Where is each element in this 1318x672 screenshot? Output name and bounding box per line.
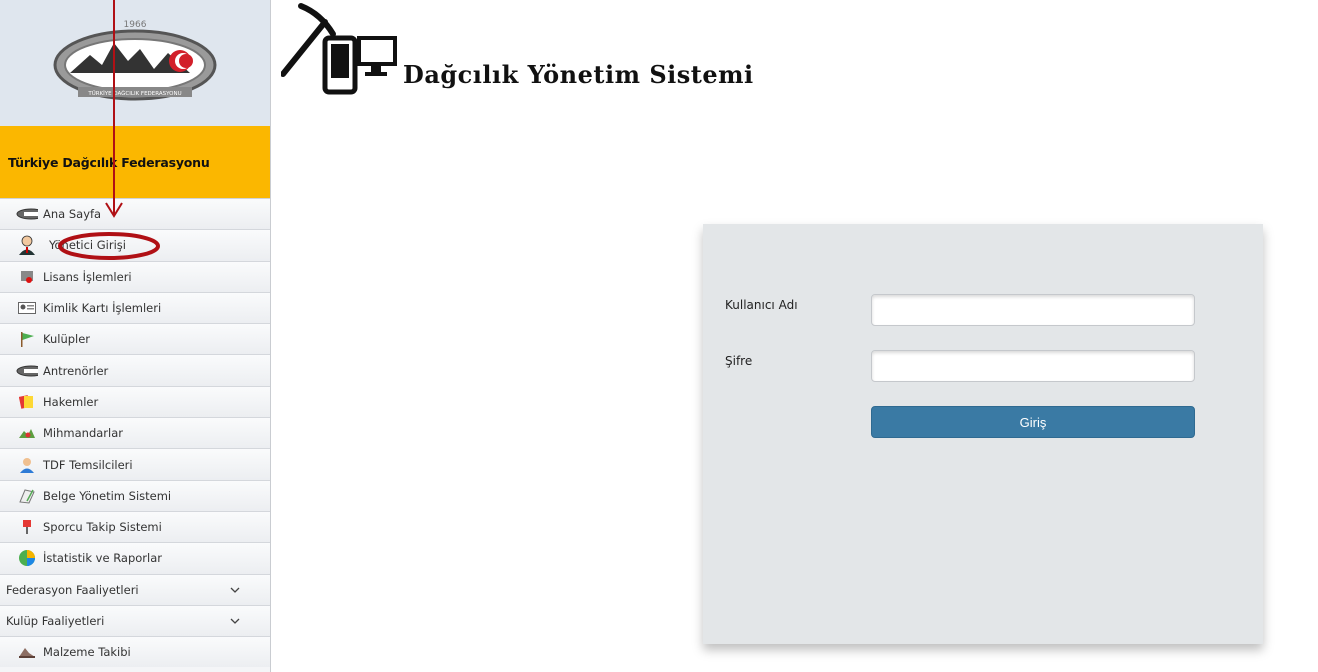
sidebar-item-label: Belge Yönetim Sistemi — [43, 488, 172, 503]
sidebar-item-istatistik[interactable]: İstatistik ve Raporlar — [0, 542, 270, 574]
sidebar-item-label: Malzeme Takibi — [43, 645, 131, 660]
federation-logo[interactable]: 1966 TÜRKİYE DAĞCILIK FEDERASYONU — [50, 13, 220, 113]
username-input[interactable] — [871, 294, 1195, 326]
sidebar-item-label: Ana Sayfa — [43, 207, 102, 222]
sidebar-item-yonetici-girisi[interactable]: Yönetici Girişi — [0, 229, 270, 261]
sidebar-item-label: Mihmandarlar — [43, 426, 123, 441]
sidebar-item-label: Yönetici Girişi — [49, 238, 126, 253]
sidebar-item-label: Hakemler — [43, 394, 99, 409]
app-title: Dağcılık Yönetim Sistemi — [403, 60, 754, 89]
svg-text:1966: 1966 — [124, 20, 147, 30]
representative-icon — [16, 456, 38, 474]
equipment-icon — [16, 643, 38, 661]
referee-card-icon — [16, 393, 38, 411]
sidebar-item-label: Kulüpler — [43, 332, 91, 347]
password-input[interactable] — [871, 350, 1195, 382]
athlete-icon — [16, 518, 38, 536]
sidebar-item-label: TDF Temsilcileri — [43, 457, 133, 472]
username-label: Kullanıcı Adı — [725, 298, 798, 312]
badge-logo-icon — [16, 205, 38, 223]
license-icon — [16, 268, 38, 286]
sidebar-item-label: Lisans İşlemleri — [43, 269, 132, 284]
app-logo-icon — [280, 0, 401, 100]
sidebar-item-tdf-temsilcileri[interactable]: TDF Temsilcileri — [0, 448, 270, 480]
chevron-down-icon — [230, 614, 240, 628]
sidebar-item-label: Antrenörler — [43, 363, 109, 378]
sidebar-item-lisans-islemleri[interactable]: Lisans İşlemleri — [0, 260, 270, 292]
sidebar-item-kulupler[interactable]: Kulüpler — [0, 323, 270, 355]
organization-name: Türkiye Dağcılık Federasyonu — [8, 154, 210, 170]
id-card-icon — [16, 299, 38, 317]
document-icon — [16, 487, 38, 505]
sidebar-item-label: Kimlik Kartı İşlemleri — [43, 301, 162, 316]
sidebar-item-sporcu-takip[interactable]: Sporcu Takip Sistemi — [0, 510, 270, 543]
admin-user-icon — [16, 236, 38, 256]
sidebar-item-hakemler[interactable]: Hakemler — [0, 385, 270, 418]
flag-icon — [16, 330, 38, 348]
pie-chart-icon — [16, 549, 38, 567]
organization-banner: Türkiye Dağcılık Federasyonu — [0, 126, 270, 198]
sidebar-item-federasyon-faaliyetleri[interactable]: Federasyon Faaliyetleri — [0, 573, 270, 605]
sidebar-item-belge-yonetim[interactable]: Belge Yönetim Sistemi — [0, 479, 270, 511]
sidebar-menu: Ana Sayfa Yönetici Girişi Lisans İşlemle… — [0, 198, 270, 668]
sidebar-item-label: Federasyon Faaliyetleri — [6, 582, 139, 597]
sidebar-item-label: Sporcu Takip Sistemi — [43, 520, 162, 535]
sidebar-item-kimlik-karti[interactable]: Kimlik Kartı İşlemleri — [0, 291, 270, 324]
login-panel: Kullanıcı Adı Şifre Giriş — [703, 224, 1263, 644]
guide-icon — [16, 424, 38, 442]
sidebar-item-ana-sayfa[interactable]: Ana Sayfa — [0, 198, 270, 230]
sidebar-item-antrenorler[interactable]: Antrenörler — [0, 354, 270, 386]
sidebar-item-label: Kulüp Faaliyetleri — [6, 614, 105, 628]
sidebar-item-mihmandarlar[interactable]: Mihmandarlar — [0, 417, 270, 449]
password-label: Şifre — [725, 354, 753, 368]
login-button[interactable]: Giriş — [871, 406, 1195, 438]
logo-area: 1966 TÜRKİYE DAĞCILIK FEDERASYONU — [0, 0, 270, 126]
sidebar: 1966 TÜRKİYE DAĞCILIK FEDERASYONU Türkiy… — [0, 0, 271, 672]
badge-logo-icon — [16, 362, 38, 380]
sidebar-item-malzeme-takibi[interactable]: Malzeme Takibi — [0, 636, 270, 668]
sidebar-item-label: İstatistik ve Raporlar — [43, 551, 163, 566]
svg-text:TÜRKİYE DAĞCILIK FEDERASYONU: TÜRKİYE DAĞCILIK FEDERASYONU — [87, 90, 181, 97]
chevron-down-icon — [230, 583, 240, 597]
sidebar-item-kulup-faaliyetleri[interactable]: Kulüp Faaliyetleri — [0, 604, 270, 637]
